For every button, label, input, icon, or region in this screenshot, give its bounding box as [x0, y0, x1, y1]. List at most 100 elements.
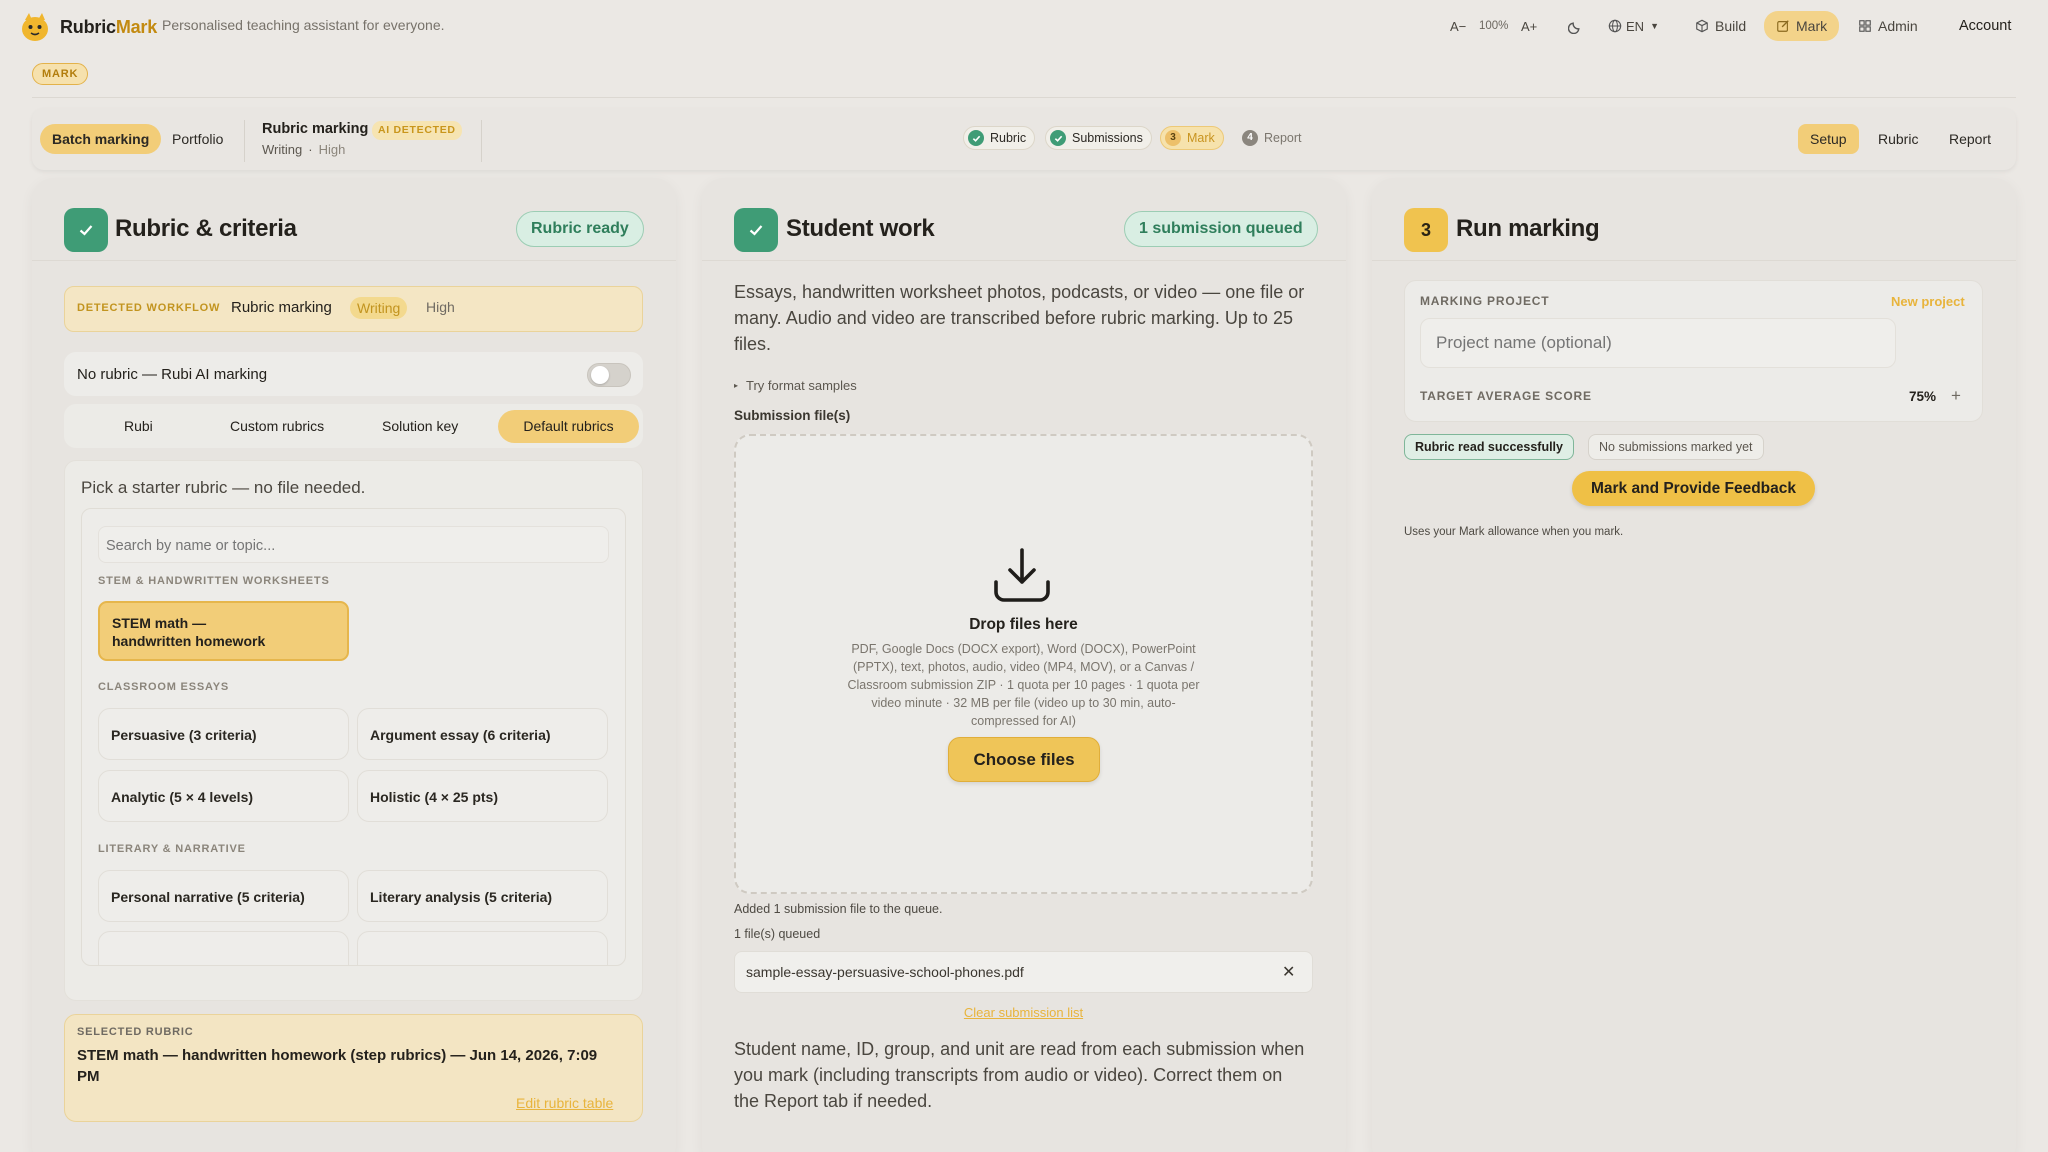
rubric-card-literary-analysis[interactable]: Literary analysis (5 criteria)	[357, 870, 608, 922]
selected-rubric-name: STEM math — handwritten homework (step r…	[77, 1047, 598, 1064]
detected-workflow-label: DETECTED WORKFLOW	[77, 302, 221, 314]
rubric-read-tag: Rubric read successfully	[1404, 434, 1574, 460]
detected-workflow-name: Rubric marking	[231, 299, 332, 316]
rubric-card-analytic[interactable]: Analytic (5 × 4 levels)	[98, 770, 349, 822]
selected-rubric-label: SELECTED RUBRIC	[77, 1026, 194, 1038]
nav-mark[interactable]: Mark	[1764, 11, 1840, 41]
divider	[481, 120, 482, 162]
check-icon	[1050, 130, 1066, 146]
step-rubric[interactable]: Rubric	[963, 126, 1036, 150]
detected-subject-badge: Writing	[350, 297, 408, 319]
tab-solution-key[interactable]: Solution key	[382, 418, 458, 434]
mark-and-feedback-button[interactable]: Mark and Provide Feedback	[1572, 471, 1815, 506]
rubric-panel-title: Rubric & criteria	[115, 215, 297, 242]
queued-file-name: sample-essay-persuasive-school-phones.pd…	[746, 964, 1024, 980]
increase-target-button[interactable]: +	[1951, 386, 1961, 406]
queue-added-message: Added 1 submission file to the queue.	[734, 902, 943, 916]
font-decrease-button[interactable]: A−	[1450, 14, 1466, 38]
check-icon	[968, 130, 984, 146]
tab-rubric[interactable]: Rubric	[1866, 124, 1930, 154]
step-submissions[interactable]: Submissions	[1045, 126, 1152, 150]
no-submissions-tag: No submissions marked yet	[1588, 434, 1764, 460]
rubric-card-argument[interactable]: Argument essay (6 criteria)	[357, 708, 608, 760]
rubric-card-partial[interactable]	[357, 931, 608, 965]
zoom-level: 100%	[1479, 20, 1509, 32]
divider	[244, 120, 245, 162]
choose-files-button[interactable]: Choose files	[948, 737, 1100, 782]
rubric-card-personal-narrative[interactable]: Personal narrative (5 criteria)	[98, 870, 349, 922]
clear-submission-list-link[interactable]: Clear submission list	[734, 1005, 1313, 1020]
rubric-card-partial[interactable]	[98, 931, 349, 965]
tab-default-rubrics[interactable]: Default rubrics	[498, 410, 639, 443]
dark-mode-toggle[interactable]	[1568, 14, 1583, 38]
note-line: Student name, ID, group, and unit are re…	[734, 1039, 1305, 1059]
note-line: the Report tab if needed.	[734, 1091, 933, 1111]
check-icon	[734, 208, 778, 252]
divider	[32, 97, 2016, 98]
nav-admin-label: Admin	[1878, 18, 1918, 34]
format-samples-toggle[interactable]: ▸ Try format samples	[734, 378, 857, 393]
download-tray-icon	[990, 546, 1054, 606]
new-project-link[interactable]: New project	[1891, 294, 1965, 309]
queue-count: 1 file(s) queued	[734, 927, 821, 941]
tab-custom-rubrics[interactable]: Custom rubrics	[230, 418, 324, 434]
check-icon	[64, 208, 108, 252]
student-work-title: Student work	[786, 215, 935, 242]
group-label-literary: LITERARY & NARRATIVE	[98, 843, 246, 855]
rubric-card-holistic[interactable]: Holistic (4 × 25 pts)	[357, 770, 608, 822]
separator-dot: ·	[308, 142, 313, 157]
no-rubric-label: No rubric — Rubi AI marking	[77, 366, 268, 383]
tab-setup[interactable]: Setup	[1798, 124, 1859, 154]
ai-detected-badge: AI DETECTED	[372, 121, 462, 140]
toggle-knob	[591, 366, 609, 384]
remove-file-icon[interactable]: ✕	[1282, 962, 1295, 982]
brand-name[interactable]: RubricMark	[60, 17, 157, 38]
nav-build-label: Build	[1715, 18, 1747, 34]
description-line: Essays, handwritten worksheet photos, po…	[734, 282, 1305, 302]
submission-files-label: Submission file(s)	[734, 408, 851, 423]
rubric-card-stem-math[interactable]: STEM math — handwritten homework	[98, 601, 349, 661]
target-average-label: TARGET AVERAGE SCORE	[1420, 389, 1592, 403]
detected-level: High	[426, 299, 455, 315]
nav-mark-label: Mark	[1796, 18, 1828, 34]
tab-rubi[interactable]: Rubi	[124, 418, 153, 434]
mode-badge: MARK	[32, 63, 89, 85]
search-input[interactable]	[106, 534, 596, 558]
starter-rubric-list[interactable]: STEM & HANDWRITTEN WORKSHEETS STEM math …	[81, 508, 626, 966]
portfolio-tab[interactable]: Portfolio	[160, 124, 235, 154]
drop-files-title: Drop files here	[969, 616, 1078, 633]
no-rubric-toggle[interactable]	[587, 363, 631, 387]
step-report[interactable]: 4 Report	[1237, 126, 1311, 150]
student-work-description: Essays, handwritten worksheet photos, po…	[734, 279, 1304, 357]
formats-line: video minute · 32 MB per file (video up …	[871, 696, 1176, 710]
workflow-title: Rubric marking	[262, 121, 369, 137]
accepted-formats-text: PDF, Google Docs (DOCX export), Word (DO…	[734, 640, 1313, 730]
rubric-card-persuasive[interactable]: Persuasive (3 criteria)	[98, 708, 349, 760]
account-button[interactable]: Account	[1959, 14, 2011, 38]
formats-line: (PPTX), text, photos, audio, video (MP4,…	[852, 660, 1195, 674]
rubric-status-badge: Rubric ready	[516, 211, 644, 247]
target-average-value: 75%	[1909, 389, 1937, 404]
language-selector[interactable]: EN ▼	[1608, 14, 1659, 38]
grid-icon	[1858, 19, 1872, 33]
tab-report[interactable]: Report	[1937, 124, 2003, 154]
brand-part-2: Mark	[115, 17, 158, 37]
note-line: you mark (including transcripts from aud…	[734, 1065, 1283, 1085]
project-name-input[interactable]	[1436, 330, 1886, 356]
nav-build[interactable]: Build	[1695, 14, 1746, 38]
batch-marking-tab[interactable]: Batch marking	[40, 124, 162, 154]
rubric-card-line: STEM math —	[112, 615, 207, 631]
group-label-essays: CLASSROOM ESSAYS	[98, 681, 229, 693]
triangle-right-icon: ▸	[734, 381, 739, 390]
marking-project-label: MARKING PROJECT	[1420, 294, 1550, 308]
step-rubric-label: Rubric	[990, 131, 1027, 145]
chevron-down-icon: ▼	[1650, 21, 1659, 31]
allowance-note: Uses your Mark allowance when you mark.	[1404, 526, 1624, 538]
nav-admin[interactable]: Admin	[1858, 14, 1918, 38]
edit-rubric-link[interactable]: Edit rubric table	[516, 1095, 613, 1111]
step-mark[interactable]: 3 Mark	[1160, 126, 1224, 150]
logo-icon	[18, 10, 52, 44]
queue-status-badge: 1 submission queued	[1124, 211, 1318, 247]
font-increase-button[interactable]: A+	[1521, 14, 1537, 38]
group-label-stem: STEM & HANDWRITTEN WORKSHEETS	[98, 575, 330, 587]
